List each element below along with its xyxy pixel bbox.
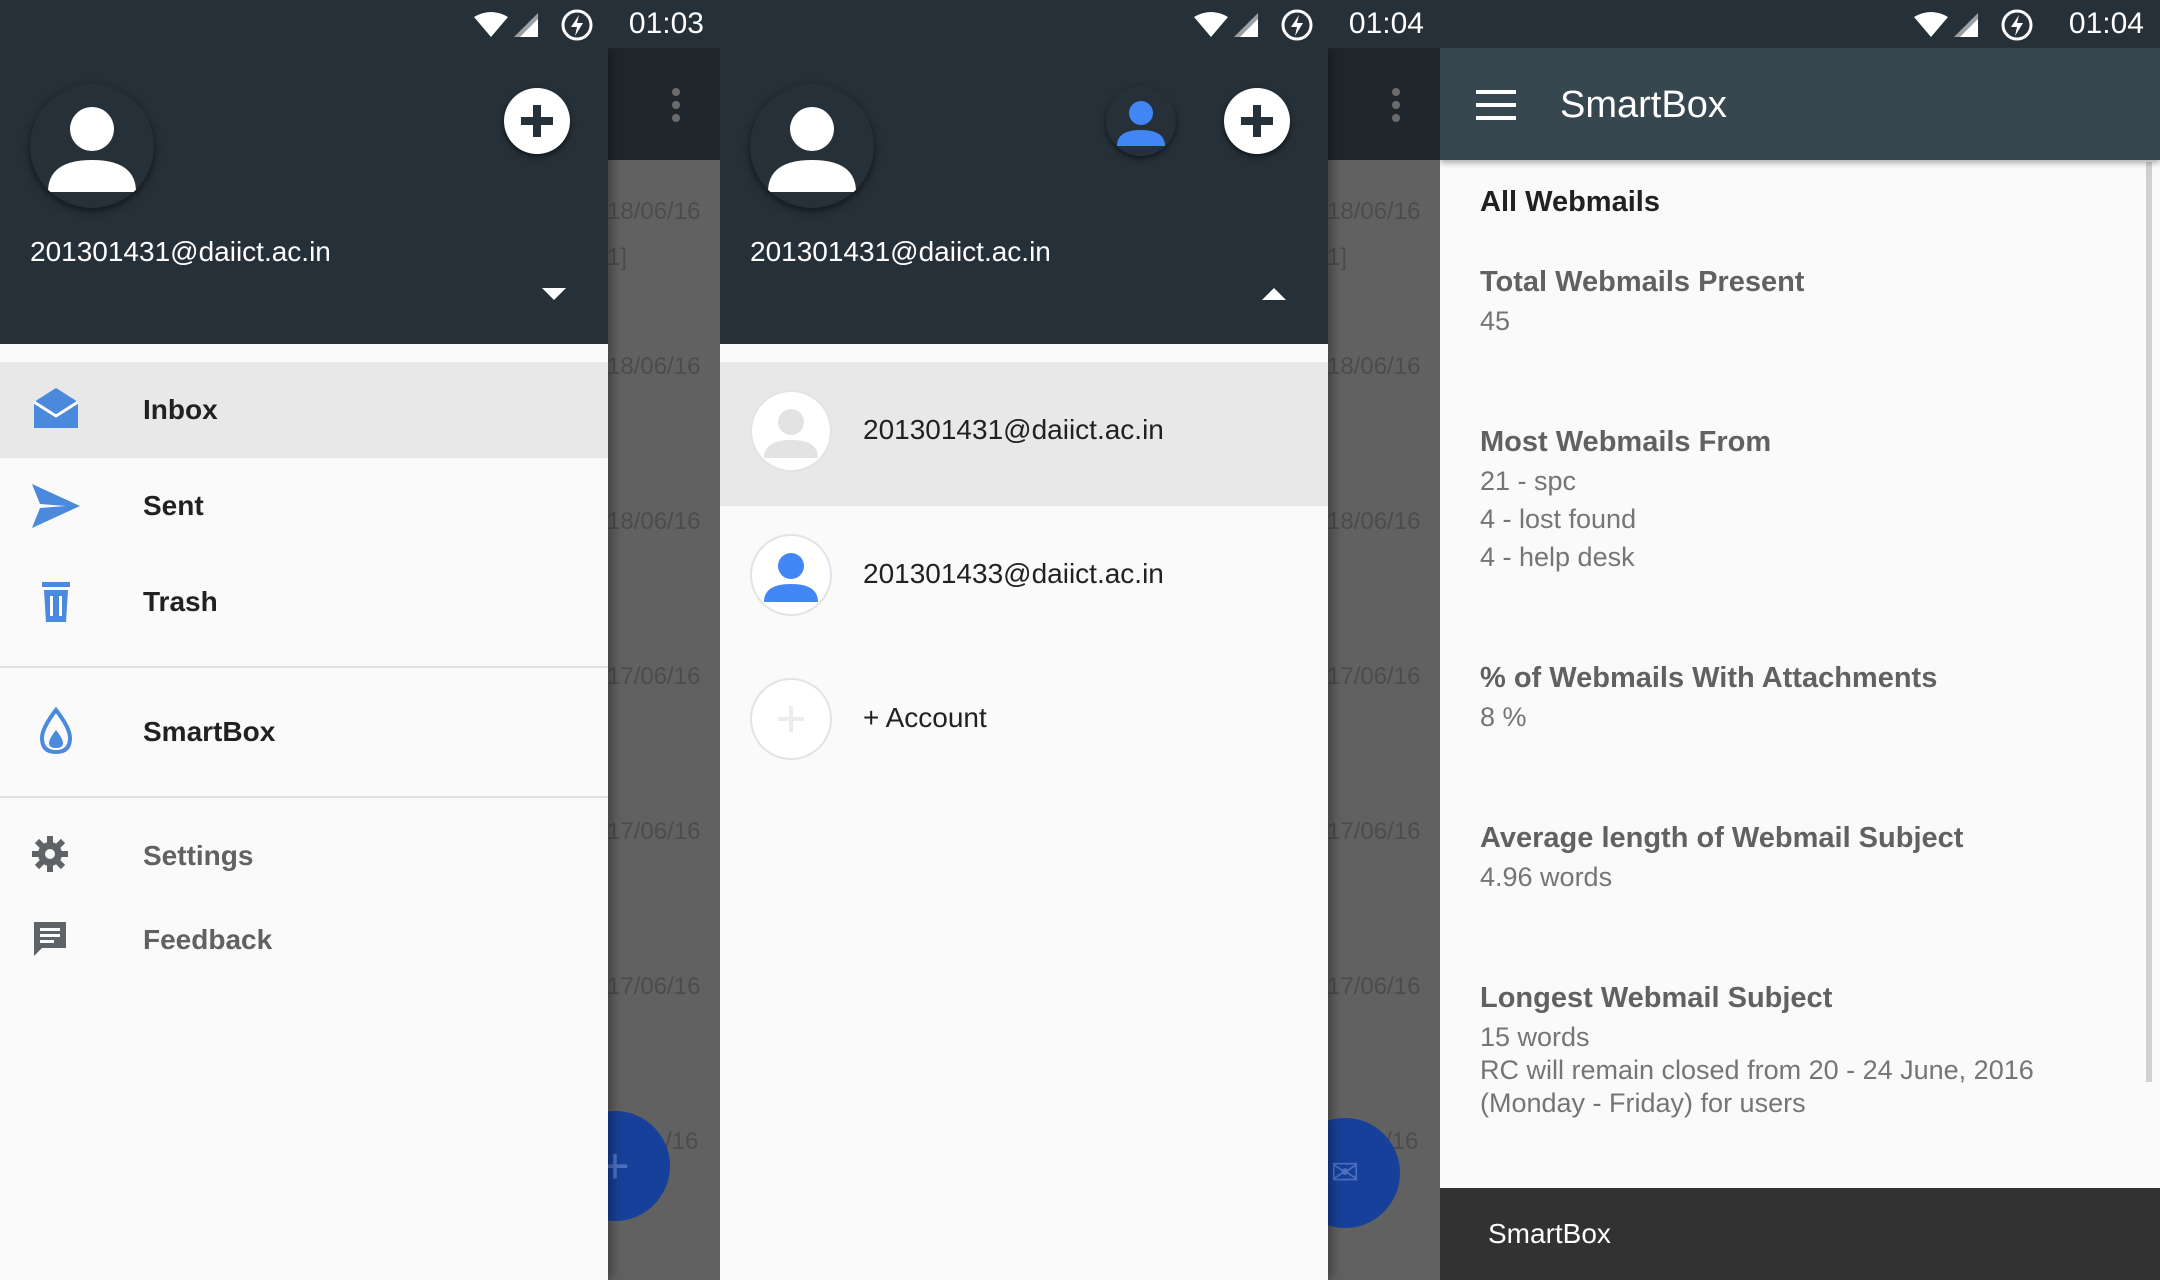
mail-date: 18/06/16 — [1327, 198, 1421, 225]
mail-date: 17/06/16 — [1327, 973, 1421, 1000]
section-title: All Webmails — [1480, 186, 1660, 218]
menu-icon[interactable] — [1476, 90, 1516, 120]
clock: 01:04 — [1348, 7, 1424, 40]
mail-date: 18/06/16 — [1327, 353, 1421, 380]
person-icon — [1117, 101, 1165, 146]
signal-battery-icons — [1194, 9, 1313, 41]
mail-date: 18/06/16 — [607, 353, 701, 380]
avatar[interactable] — [30, 84, 154, 208]
stat-value: RC will remain closed from 20 - 24 June,… — [1480, 1055, 2034, 1085]
status-bar: 01:03 — [0, 0, 720, 48]
account-row[interactable]: 201301431@daiict.ac.in — [720, 362, 1328, 506]
nav-label: Inbox — [143, 394, 218, 425]
screen-drawer-nav: 01:03 18/06/16 1] 18/06/16 18/06/16 17/0… — [0, 0, 720, 1280]
nav-item-trash[interactable]: Trash — [0, 554, 608, 650]
stat-value: 4 - lost found — [1480, 504, 1637, 534]
mail-date: 18/06/16 — [1327, 508, 1421, 535]
screen-smartbox-stats: 01:04 SmartBox All Webmails Total Webmai… — [1440, 0, 2160, 1280]
plus-icon — [750, 678, 832, 760]
nav-item-settings[interactable]: Settings — [0, 808, 608, 904]
nav-label: Feedback — [143, 924, 273, 955]
page-title: SmartBox — [1560, 84, 1727, 126]
screen-account-switcher: 01:04 18/06/16 1] 18/06/16 18/06/16 17/0… — [720, 0, 1440, 1280]
nav-label: SmartBox — [143, 716, 276, 747]
status-bar: 01:04 — [1440, 0, 2160, 48]
mail-date: /16 — [665, 1128, 699, 1155]
add-account-button[interactable] — [504, 88, 570, 154]
bottom-bar-label: SmartBox — [1488, 1218, 1611, 1249]
status-bar: 01:04 — [720, 0, 1440, 48]
stat-value: 21 - spc — [1480, 466, 1577, 496]
stat-heading: Longest Webmail Subject — [1480, 982, 1833, 1014]
add-account-row[interactable]: + Account — [720, 650, 1328, 794]
avatar — [750, 390, 832, 472]
stat-heading: Most Webmails From — [1480, 426, 1772, 458]
account-email: 201301431@daiict.ac.in — [30, 236, 331, 267]
overflow-menu-icon — [1392, 88, 1402, 124]
divider — [0, 796, 608, 798]
mail-date: 17/06/16 — [607, 818, 701, 845]
app-bar: SmartBox — [1440, 48, 2160, 160]
inbox-icon — [33, 388, 79, 428]
stat-heading: Total Webmails Present — [1480, 266, 1805, 298]
mail-date: 18/06/16 — [607, 198, 701, 225]
account-label: 201301433@daiict.ac.in — [863, 558, 1164, 589]
avatar[interactable] — [750, 84, 874, 208]
stat-heading: % of Webmails With Attachments — [1480, 662, 1938, 694]
stat-value: (Monday - Friday) for users — [1480, 1088, 1806, 1118]
mail-date: 17/06/16 — [607, 663, 701, 690]
trash-icon — [42, 582, 70, 622]
smartbox-content: All Webmails Total Webmails Present 45 M… — [1440, 160, 2160, 1190]
gear-icon — [32, 836, 68, 872]
nav-item-inbox[interactable]: Inbox — [0, 362, 608, 458]
signal-battery-icons — [474, 9, 593, 41]
navigation-drawer: 201301431@daiict.ac.in Inbox Sent Trash — [0, 48, 608, 1280]
nav-item-smartbox[interactable]: SmartBox — [0, 684, 608, 780]
person-icon — [48, 107, 136, 192]
nav-item-sent[interactable]: Sent — [0, 458, 608, 554]
scrollbar[interactable] — [2146, 162, 2152, 1082]
add-account-button[interactable] — [1224, 88, 1290, 154]
chevron-up-icon[interactable] — [1262, 288, 1286, 300]
stat-value: 4.96 words — [1480, 862, 1613, 892]
person-icon — [764, 409, 818, 458]
send-icon — [32, 484, 80, 528]
account-label: + Account — [863, 702, 987, 733]
nav-item-feedback[interactable]: Feedback — [0, 892, 608, 988]
mail-snippet: 1] — [607, 244, 628, 271]
navigation-drawer: 201301431@daiict.ac.in 201301431@daiict.… — [720, 48, 1328, 1280]
clock: 01:04 — [2068, 7, 2144, 40]
nav-label: Sent — [143, 490, 204, 521]
avatar — [750, 534, 832, 616]
flame-icon — [39, 706, 73, 755]
drawer-header: 201301431@daiict.ac.in — [0, 48, 608, 344]
bottom-bar: SmartBox — [1440, 1188, 2160, 1280]
stat-value: 15 words — [1480, 1022, 1590, 1052]
stat-value: 8 % — [1480, 702, 1527, 732]
stat-value: 45 — [1480, 306, 1511, 336]
nav-label: Settings — [143, 840, 254, 871]
divider — [0, 666, 608, 668]
mail-date: 17/06/16 — [1327, 663, 1421, 690]
mail-date: 17/06/16 — [1327, 818, 1421, 845]
stat-value: 4 - help desk — [1480, 542, 1635, 572]
chevron-down-icon[interactable] — [542, 288, 566, 300]
drawer-header: 201301431@daiict.ac.in — [720, 48, 1328, 344]
account-label: 201301431@daiict.ac.in — [863, 414, 1164, 445]
overflow-menu-icon — [672, 88, 682, 124]
mail-snippet: 1] — [1327, 244, 1348, 271]
stat-heading: Average length of Webmail Subject — [1480, 822, 1964, 854]
signal-battery-icons — [1914, 9, 2033, 41]
clock: 01:03 — [628, 7, 704, 40]
mail-date: 17/06/16 — [607, 973, 701, 1000]
person-icon — [764, 553, 818, 602]
person-icon — [768, 107, 856, 192]
account-email: 201301431@daiict.ac.in — [750, 236, 1051, 267]
nav-label: Trash — [143, 586, 218, 617]
feedback-icon — [34, 922, 66, 956]
mail-date: 18/06/16 — [607, 508, 701, 535]
account-row[interactable]: 201301433@daiict.ac.in — [720, 506, 1328, 650]
secondary-account-avatar[interactable] — [1106, 86, 1176, 156]
